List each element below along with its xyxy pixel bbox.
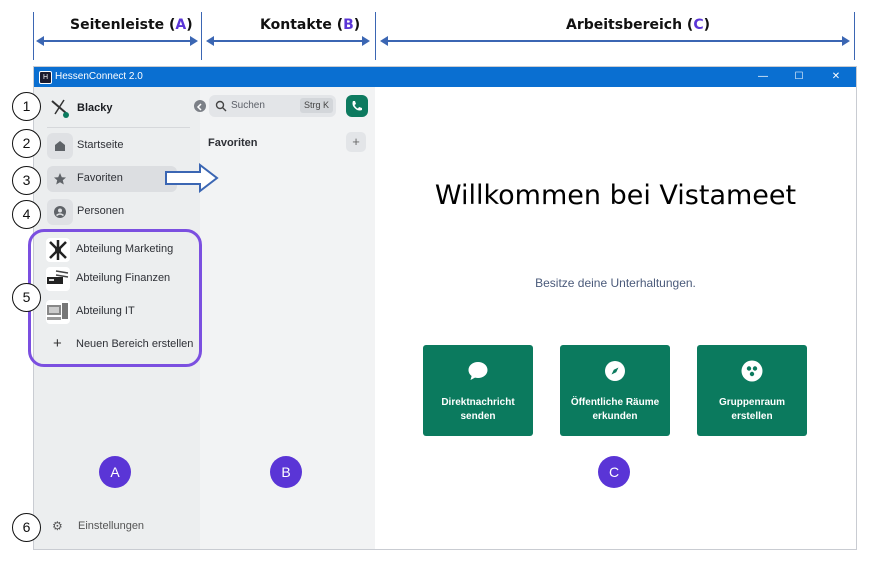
sidebar-width-arrow: [36, 36, 198, 46]
annotation-number-6: 6: [12, 513, 41, 542]
divider-left: [33, 12, 34, 60]
settings-label: Einstellungen: [78, 520, 145, 532]
direct-message-tile[interactable]: Direktnachricht senden: [423, 345, 533, 436]
explore-rooms-tile[interactable]: Öffentliche Räume erkunden: [560, 345, 670, 436]
collapse-sidebar-button[interactable]: [194, 100, 206, 112]
contacts-width-arrow: [206, 36, 370, 46]
app-logo-icon: H: [39, 71, 52, 84]
home-icon: [47, 133, 73, 159]
compass-icon: [605, 361, 625, 381]
pointer-arrow: [165, 163, 219, 193]
sidebar-item-label: Startseite: [77, 139, 124, 151]
call-button[interactable]: [346, 95, 368, 117]
sidebar-item-label: Personen: [77, 205, 125, 217]
sidebar-separator: [47, 127, 190, 128]
welcome-subheading: Besitze deine Unterhaltungen.: [535, 276, 696, 290]
annotation-number-1: 1: [12, 92, 41, 121]
star-icon: [47, 166, 73, 192]
favorites-heading: Favoriten: [208, 137, 258, 149]
sidebar-item-people[interactable]: Personen: [47, 199, 177, 225]
search-field[interactable]: Suchen Strg K: [209, 95, 336, 117]
divider-sidebar-contacts: [201, 12, 202, 60]
workspace-header-label: Arbeitsbereich (C): [566, 17, 711, 33]
area-badge-b: B: [270, 456, 302, 488]
user-name[interactable]: Blacky: [77, 102, 112, 114]
sidebar-item-favorites[interactable]: Favoriten: [47, 166, 177, 192]
sidebar-header-label: Seitenleiste (A): [70, 17, 193, 33]
divider-right: [854, 12, 855, 60]
maximize-button[interactable]: ☐: [791, 69, 807, 85]
window-title: HessenConnect 2.0: [55, 71, 143, 82]
tile-label: Gruppenraum erstellen: [718, 397, 786, 422]
chevron-left-icon: [196, 103, 202, 111]
create-group-room-tile[interactable]: Gruppenraum erstellen: [697, 345, 807, 436]
add-favorite-button[interactable]: +: [346, 132, 366, 152]
gear-icon: ⚙: [52, 519, 63, 533]
plus-icon: +: [352, 134, 360, 149]
phone-icon: [352, 101, 362, 111]
area-badge-a: A: [99, 456, 131, 488]
search-icon: [215, 100, 227, 112]
search-shortcut: Strg K: [299, 98, 333, 113]
person-icon: [47, 199, 73, 225]
close-button[interactable]: ✕: [828, 69, 844, 85]
group-icon: [741, 360, 763, 382]
chat-bubble-icon: [468, 362, 488, 380]
tile-label: Öffentliche Räume erkunden: [570, 397, 660, 422]
title-bar: H HessenConnect 2.0 — ☐ ✕: [34, 67, 856, 87]
welcome-heading: Willkommen bei Vistameet: [434, 180, 797, 211]
avatar-icon: [51, 99, 69, 118]
divider-contacts-workspace: [375, 12, 376, 60]
search-placeholder: Suchen: [231, 100, 265, 111]
annotation-number-2: 2: [12, 129, 41, 158]
sidebar-item-home[interactable]: Startseite: [47, 133, 177, 159]
spaces-highlight-box: [28, 229, 202, 367]
annotation-number-5: 5: [12, 283, 41, 312]
sidebar-item-label: Favoriten: [77, 172, 123, 184]
contacts-header-label: Kontakte (B): [260, 17, 361, 33]
workspace-width-arrow: [380, 36, 850, 46]
tile-label: Direktnachricht senden: [441, 397, 515, 422]
settings-button[interactable]: ⚙ Einstellungen: [52, 518, 182, 536]
user-avatar[interactable]: [49, 97, 71, 119]
area-badge-c: C: [598, 456, 630, 488]
minimize-button[interactable]: —: [755, 69, 771, 85]
annotation-number-4: 4: [12, 200, 41, 229]
annotation-number-3: 3: [12, 166, 41, 195]
